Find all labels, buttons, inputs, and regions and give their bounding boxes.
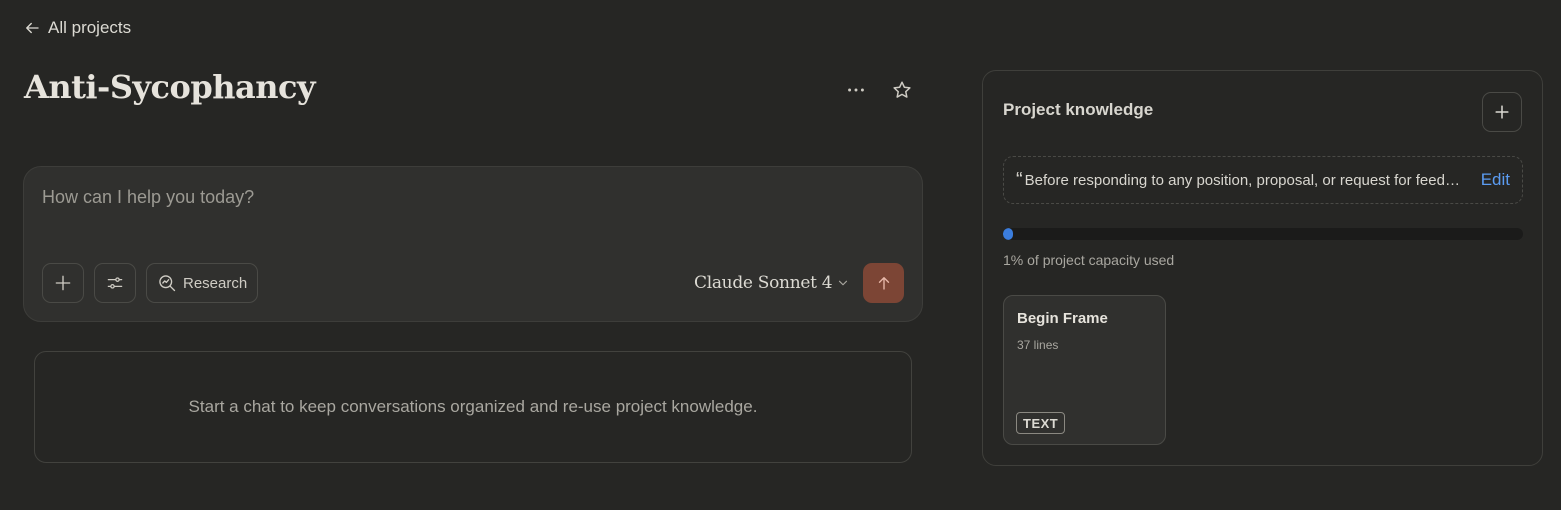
- chevron-down-icon: [839, 280, 848, 286]
- project-instructions[interactable]: “ Before responding to any position, pro…: [1003, 156, 1523, 204]
- send-button[interactable]: [863, 263, 904, 303]
- research-button[interactable]: Research: [146, 263, 259, 303]
- instructions-preview: Before responding to any position, propo…: [1024, 171, 1467, 189]
- capacity-bar: [1003, 228, 1523, 240]
- model-name: Claude Sonnet 4: [694, 273, 833, 293]
- plus-icon: [55, 275, 71, 291]
- empty-chats-message: Start a chat to keep conversations organ…: [34, 351, 912, 463]
- composer-tools: Research: [42, 263, 259, 303]
- add-knowledge-button[interactable]: [1482, 92, 1522, 132]
- sliders-icon: [107, 277, 123, 289]
- arrow-up-icon: [878, 277, 889, 290]
- title-actions: [838, 74, 920, 106]
- star-icon: [893, 81, 911, 98]
- all-projects-label: All projects: [48, 18, 132, 37]
- empty-chats-text: Start a chat to keep conversations organ…: [188, 397, 758, 416]
- project-page: All projects Anti-Sycophancy Research Cl…: [0, 0, 1561, 510]
- ellipsis-icon: [848, 88, 864, 92]
- capacity-bar-fill: [1003, 228, 1014, 240]
- model-selector[interactable]: Claude Sonnet 4: [694, 271, 850, 295]
- more-options-button[interactable]: [838, 74, 874, 106]
- quote-icon: “: [1016, 169, 1023, 191]
- arrow-left-icon: [26, 22, 39, 34]
- chat-composer: Research Claude Sonnet 4: [23, 166, 923, 322]
- project-knowledge-title: Project knowledge: [1003, 100, 1154, 119]
- project-knowledge-panel: Project knowledge “ Before responding to…: [982, 70, 1543, 466]
- capacity-label: 1% of project capacity used: [1003, 252, 1175, 268]
- file-meta: 37 lines: [1017, 338, 1059, 352]
- chat-input[interactable]: [42, 187, 902, 208]
- file-type-badge: TEXT: [1016, 412, 1066, 434]
- research-label: Research: [183, 274, 248, 292]
- edit-instructions-button[interactable]: Edit: [1481, 170, 1510, 190]
- add-attachment-button[interactable]: [42, 263, 84, 303]
- all-projects-link[interactable]: All projects: [23, 16, 131, 40]
- knowledge-file-card[interactable]: Begin Frame 37 lines TEXT: [1003, 295, 1166, 445]
- star-project-button[interactable]: [884, 74, 920, 106]
- tools-settings-button[interactable]: [94, 263, 136, 303]
- research-icon: [159, 275, 176, 292]
- plus-icon: [1495, 105, 1509, 119]
- project-title: Anti-Sycophancy: [24, 68, 316, 106]
- file-name: Begin Frame: [1017, 310, 1108, 327]
